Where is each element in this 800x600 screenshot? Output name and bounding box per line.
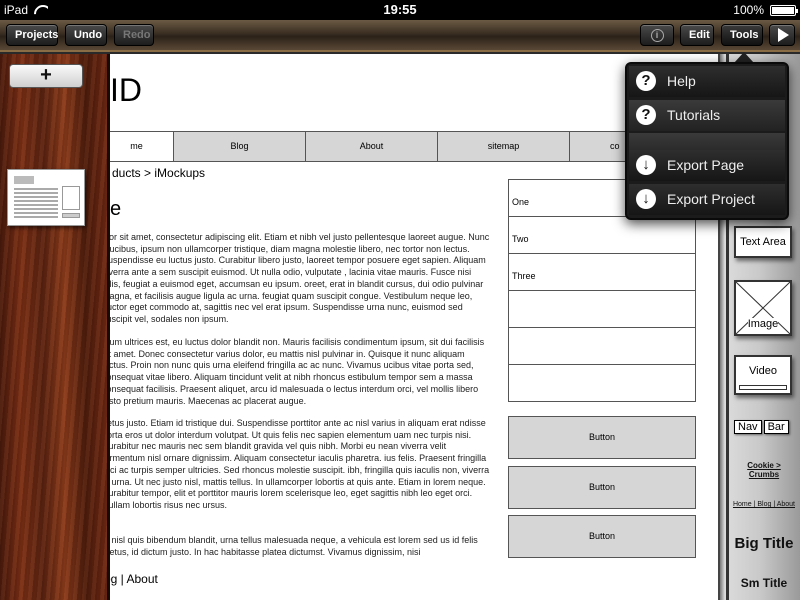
menu-item-tutorials[interactable]: ? Tutorials — [629, 100, 785, 131]
menu-item-label: Export Project — [667, 191, 755, 207]
info-icon: i — [650, 29, 664, 42]
battery-icon — [770, 5, 798, 16]
edit-button[interactable]: Edit — [680, 24, 714, 46]
toolbar: Projects Undo Redo i Edit Tools — [0, 20, 800, 52]
tools-menu: ? Help ? Tutorials ↓ Export Page ↓ Expor… — [625, 62, 789, 220]
menu-item-export-page[interactable]: ↓ Export Page — [629, 150, 785, 181]
mockup-nav-item[interactable]: About — [305, 131, 438, 162]
palette-nav-item: Nav — [734, 420, 762, 434]
redo-button[interactable]: Redo — [114, 24, 154, 46]
palette-link-bar[interactable]: Home | Blog | About — [732, 501, 796, 508]
mockup-list-item[interactable]: Two — [508, 216, 696, 254]
palette-image[interactable]: Image — [734, 280, 792, 336]
download-icon: ↓ — [636, 189, 656, 209]
video-scrubber — [739, 385, 787, 390]
palette-video-label: Video — [749, 365, 777, 377]
palette-nav-bar[interactable]: Nav Bar — [734, 420, 791, 434]
mockup-list-item[interactable]: Three — [508, 253, 696, 291]
status-bar: iPad 19:55 100% — [0, 0, 800, 20]
palette-nav-item: Bar — [763, 420, 789, 434]
menu-item-label: Help — [667, 73, 696, 89]
menu-item-help[interactable]: ? Help — [629, 66, 785, 97]
mockup-nav-item[interactable]: me — [110, 131, 174, 162]
menu-divider — [629, 133, 785, 151]
pages-panel: + — [0, 54, 110, 600]
palette-text-area[interactable]: Text Area — [734, 226, 792, 258]
question-icon: ? — [636, 105, 656, 125]
mockup-paragraph: s, nisl quis bibendum blandit, urna tell… — [110, 535, 478, 557]
mockup-footer-links: og | About — [110, 572, 158, 586]
battery-percent: 100% — [733, 3, 764, 17]
mockup-nav-item[interactable]: sitemap — [437, 131, 570, 162]
question-icon: ? — [636, 71, 656, 91]
mockup-heading: e — [110, 198, 122, 220]
mockup-list-item[interactable] — [508, 327, 696, 365]
mockup-list-item[interactable] — [508, 290, 696, 328]
download-icon: ↓ — [636, 155, 656, 175]
menu-item-label: Export Page — [667, 157, 745, 173]
palette-big-title[interactable]: Big Title — [732, 535, 796, 552]
mockup-paragraph: netus justo. Etiam id tristique dui. Sus… — [110, 418, 490, 510]
mockup-breadcrumb: ducts > iMockups — [112, 166, 206, 180]
mockup-button[interactable]: Button — [508, 515, 696, 558]
add-page-button[interactable]: + — [9, 64, 83, 88]
palette-video[interactable]: Video — [734, 355, 792, 395]
play-icon — [778, 28, 789, 42]
palette-image-label: Image — [747, 318, 779, 330]
palette-small-title[interactable]: Sm Title — [732, 576, 796, 590]
page-logo: ID — [110, 72, 142, 108]
menu-item-export-project[interactable]: ↓ Export Project — [629, 184, 785, 215]
mockup-nav-item[interactable]: Blog — [173, 131, 306, 162]
menu-item-label: Tutorials — [667, 107, 721, 123]
mockup-button[interactable]: Button — [508, 416, 696, 459]
mockup-paragraph: olor sit amet, consectetur adipiscing el… — [110, 232, 490, 324]
palette-breadcrumbs[interactable]: Cookie > Crumbs — [732, 461, 796, 479]
clock: 19:55 — [383, 2, 417, 17]
mockup-paragraph: ntum ultrices est, eu luctus dolor bland… — [110, 337, 485, 406]
info-button[interactable]: i — [640, 24, 674, 46]
undo-button[interactable]: Undo — [65, 24, 107, 46]
play-button[interactable] — [769, 24, 795, 46]
tools-button[interactable]: Tools — [721, 24, 763, 46]
mockup-list-item[interactable] — [508, 364, 696, 402]
mockup-button[interactable]: Button — [508, 466, 696, 509]
page-thumbnail[interactable] — [7, 169, 85, 226]
projects-button[interactable]: Projects — [6, 24, 58, 46]
